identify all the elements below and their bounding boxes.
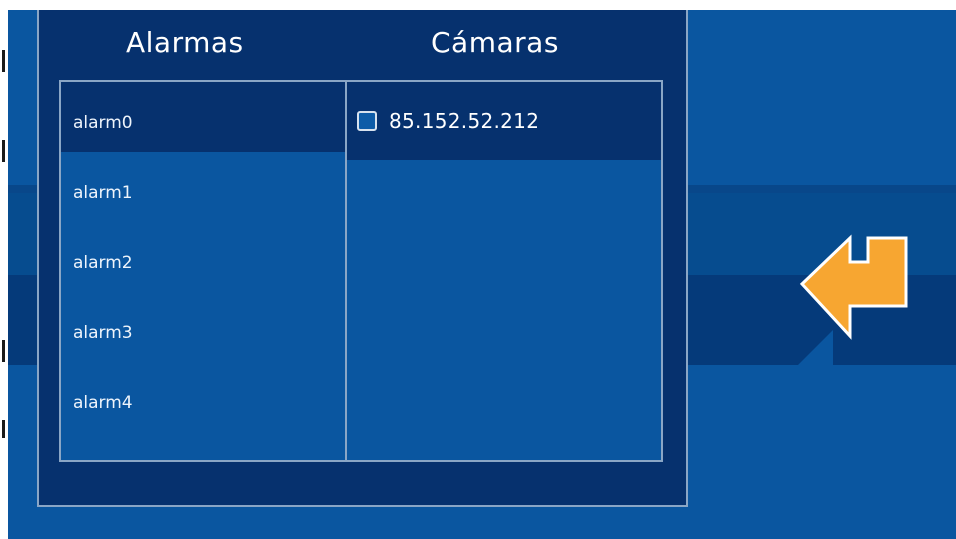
alarm-item-1[interactable]: alarm1 bbox=[61, 152, 345, 222]
alarm-item-4[interactable]: alarm4 bbox=[61, 362, 345, 432]
edge-mark bbox=[2, 50, 5, 72]
cameras-title: Cámaras bbox=[431, 26, 559, 59]
edge-mark bbox=[2, 420, 5, 438]
edge-mark bbox=[2, 140, 5, 162]
list-frame: alarm0 alarm1 alarm2 alarm3 alarm4 85.15… bbox=[59, 80, 663, 462]
alarm-item-3[interactable]: alarm3 bbox=[61, 292, 345, 362]
alarm-list: alarm0 alarm1 alarm2 alarm3 alarm4 bbox=[61, 82, 345, 432]
return-arrow-icon[interactable] bbox=[798, 232, 910, 342]
alarms-title: Alarmas bbox=[126, 26, 244, 59]
camera-item-0[interactable]: 85.152.52.212 bbox=[347, 82, 661, 160]
edge-mark bbox=[2, 340, 5, 362]
screen-background: Alarmas Cámaras alarm0 alarm1 alarm2 ala… bbox=[8, 10, 956, 539]
alarm-item-2[interactable]: alarm2 bbox=[61, 222, 345, 292]
camera-label: 85.152.52.212 bbox=[389, 109, 540, 133]
camera-list: 85.152.52.212 bbox=[347, 82, 661, 160]
alarm-item-0[interactable]: alarm0 bbox=[61, 82, 345, 152]
screen-left-edge bbox=[0, 10, 8, 539]
camera-checkbox[interactable] bbox=[357, 111, 377, 131]
alarm-camera-dialog: Alarmas Cámaras alarm0 alarm1 alarm2 ala… bbox=[37, 10, 688, 507]
